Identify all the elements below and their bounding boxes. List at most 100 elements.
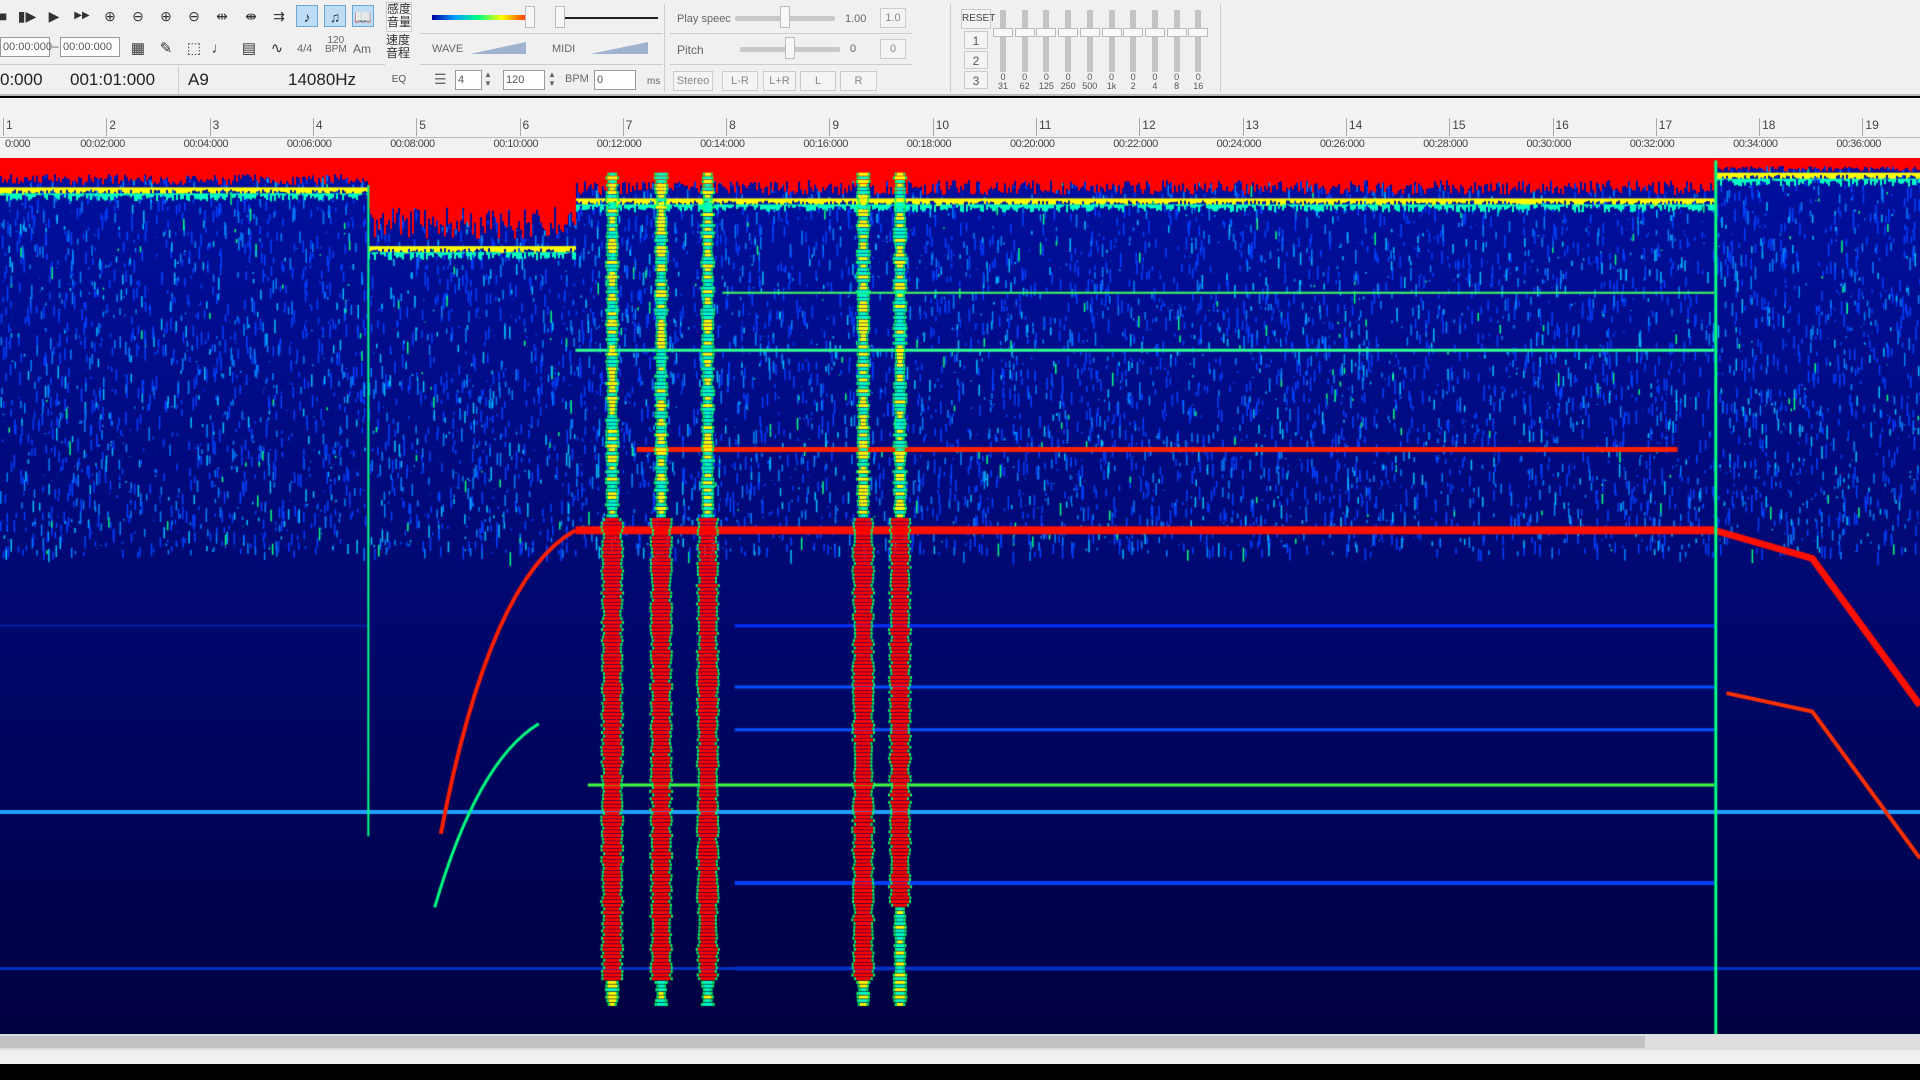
expand-icon[interactable]: ⇹: [211, 5, 233, 27]
channel-button-lr[interactable]: L+R: [763, 71, 796, 91]
note-readout: A9: [188, 70, 209, 89]
step-play-icon[interactable]: ▮▶: [16, 5, 38, 27]
loop-icon[interactable]: ⇉: [268, 5, 290, 27]
tab-sensitivity[interactable]: 感度 音量: [386, 2, 412, 32]
status-bar: [0, 1050, 1920, 1064]
pencil-icon[interactable]: ✎: [155, 38, 177, 60]
time-marker: 00:28:000: [1423, 138, 1468, 150]
measure-marker: 16: [1552, 118, 1569, 136]
eq-reset-button[interactable]: RESET: [961, 9, 995, 29]
measure-marker: 8: [726, 118, 736, 136]
wave-volume-ramp[interactable]: [470, 42, 526, 54]
stop-icon[interactable]: ■: [0, 5, 14, 27]
bpm-label: BPM: [565, 73, 589, 85]
pitch-label: Pitch: [677, 43, 704, 57]
time-marker: 00:30:000: [1526, 138, 1572, 150]
midi-view-icon[interactable]: ♫: [324, 5, 346, 27]
toolbar: ■ ▮▶ ▶ ▶▶ ⊕ ⊖ ⊕ ⊖ ⇹ ⇼ ⇉ ♪ ♫ 📖 感度 音量 速度 音程 EQ 00:00:00…: [0, 0, 1920, 96]
position-time: 0:000: [0, 70, 43, 89]
measure-marker: 19: [1862, 118, 1879, 136]
offset-field[interactable]: 0: [594, 70, 636, 90]
volume-slider-thumb[interactable]: [555, 6, 565, 28]
grid-icon[interactable]: ▤: [238, 38, 260, 60]
compress-icon[interactable]: ⇼: [240, 5, 262, 27]
zoom-out-horizontal-icon[interactable]: ⊖: [127, 5, 149, 27]
time-marker: 00:06:000: [286, 138, 332, 150]
time-marker: 00:12:000: [596, 138, 642, 150]
play-speed-reset-button[interactable]: 1.0: [880, 8, 906, 28]
time-marker: 0:000: [5, 138, 31, 150]
bpm-spinner[interactable]: ▲ ▼: [548, 70, 556, 88]
measure-marker: 12: [1139, 118, 1156, 136]
tempo-button[interactable]: 120 BPM: [325, 36, 347, 55]
measure-marker: 9: [829, 118, 839, 136]
measure-marker: 13: [1242, 118, 1259, 136]
spectrogram-view[interactable]: [0, 158, 1920, 1034]
sensitivity-slider[interactable]: [525, 6, 535, 28]
grid-icon: ☰: [434, 71, 447, 87]
wave-view-icon[interactable]: ♪: [296, 5, 318, 27]
channel-button-lr[interactable]: L-R: [722, 71, 758, 91]
measure-marker: 14: [1345, 118, 1362, 136]
zoom-in-horizontal-icon[interactable]: ⊕: [99, 5, 121, 27]
measure-marker: 1: [3, 118, 13, 136]
measure-marker: 7: [622, 118, 632, 136]
select-rect-icon[interactable]: ⬚: [183, 38, 205, 60]
play-speed-value: 1.00: [845, 13, 867, 25]
range-end-field[interactable]: 00:00:000: [60, 37, 120, 57]
beats-field[interactable]: 4: [455, 70, 482, 90]
eq-preset-2[interactable]: 2: [964, 51, 988, 69]
pitch-thumb[interactable]: [785, 37, 795, 59]
channel-button-l[interactable]: L: [800, 71, 836, 91]
fast-forward-icon[interactable]: ▶▶: [71, 5, 93, 27]
time-marker: 00:18:000: [906, 138, 952, 150]
wave-label: WAVE: [432, 43, 464, 55]
eq-preset-3[interactable]: 3: [964, 71, 988, 89]
key-button[interactable]: Am: [353, 42, 371, 56]
eq-band-slider[interactable]: 0 16: [1188, 8, 1209, 91]
scrollbar-thumb[interactable]: [0, 1036, 1645, 1048]
time-marker: 00:16:000: [803, 138, 848, 150]
time-marker: 00:10:000: [493, 138, 539, 150]
color-scale-bar: [432, 15, 525, 20]
channel-button-r[interactable]: R: [840, 71, 877, 91]
frequency-readout: 14080Hz: [288, 70, 357, 89]
measure-marker: 17: [1655, 118, 1672, 136]
measure-marker: 18: [1759, 118, 1775, 136]
measure-marker: 5: [416, 118, 426, 136]
time-marker: 00:36:000: [1836, 138, 1881, 150]
layout-icon[interactable]: ▦: [127, 38, 149, 60]
zoom-out-vertical-icon[interactable]: ⊖: [183, 5, 205, 27]
tab-eq[interactable]: EQ: [386, 68, 412, 92]
time-marker: 00:26:000: [1319, 138, 1365, 150]
range-start-field[interactable]: 00:00:000: [0, 37, 52, 57]
ms-label: ms: [647, 76, 661, 87]
measure-marker: 15: [1449, 118, 1466, 136]
measure-marker: 2: [106, 118, 116, 136]
measure-marker: 4: [312, 118, 323, 136]
measure-marker: 3: [209, 118, 219, 136]
note-icon[interactable]: ♩: [208, 38, 230, 60]
book-icon[interactable]: 📖: [352, 5, 374, 27]
pitch-reset-button[interactable]: 0: [880, 39, 906, 59]
time-marker: 00:22:000: [1113, 138, 1158, 150]
channel-button-stereo[interactable]: Stereo: [673, 71, 713, 91]
zoom-in-vertical-icon[interactable]: ⊕: [155, 5, 177, 27]
time-marker: 00:14:000: [700, 138, 745, 150]
eq-preset-1[interactable]: 1: [964, 31, 988, 49]
curve-icon[interactable]: ∿: [266, 38, 288, 60]
tab-speed[interactable]: 速度 音程: [386, 34, 412, 64]
play-speed-label: Play speec: [677, 13, 731, 25]
bpm-field[interactable]: 120: [503, 70, 545, 90]
play-speed-thumb[interactable]: [780, 6, 790, 28]
volume-slider-track[interactable]: [565, 17, 658, 19]
pitch-value: 0: [850, 43, 857, 55]
eq-freq: 16: [1193, 81, 1204, 91]
time-signature-button[interactable]: 4/4: [297, 43, 312, 55]
timeline-ruler[interactable]: 1 2 3 4 5 6 7 8 9 10 11 12 13 14 15 16 17 18 19 0:000 00:02:…: [0, 98, 1920, 158]
time-marker: 00:24:000: [1216, 138, 1262, 150]
beats-spinner[interactable]: ▲ ▼: [484, 70, 492, 88]
play-icon[interactable]: ▶: [43, 5, 65, 27]
midi-volume-ramp[interactable]: [590, 42, 648, 54]
time-marker: 00:02:000: [80, 138, 125, 150]
